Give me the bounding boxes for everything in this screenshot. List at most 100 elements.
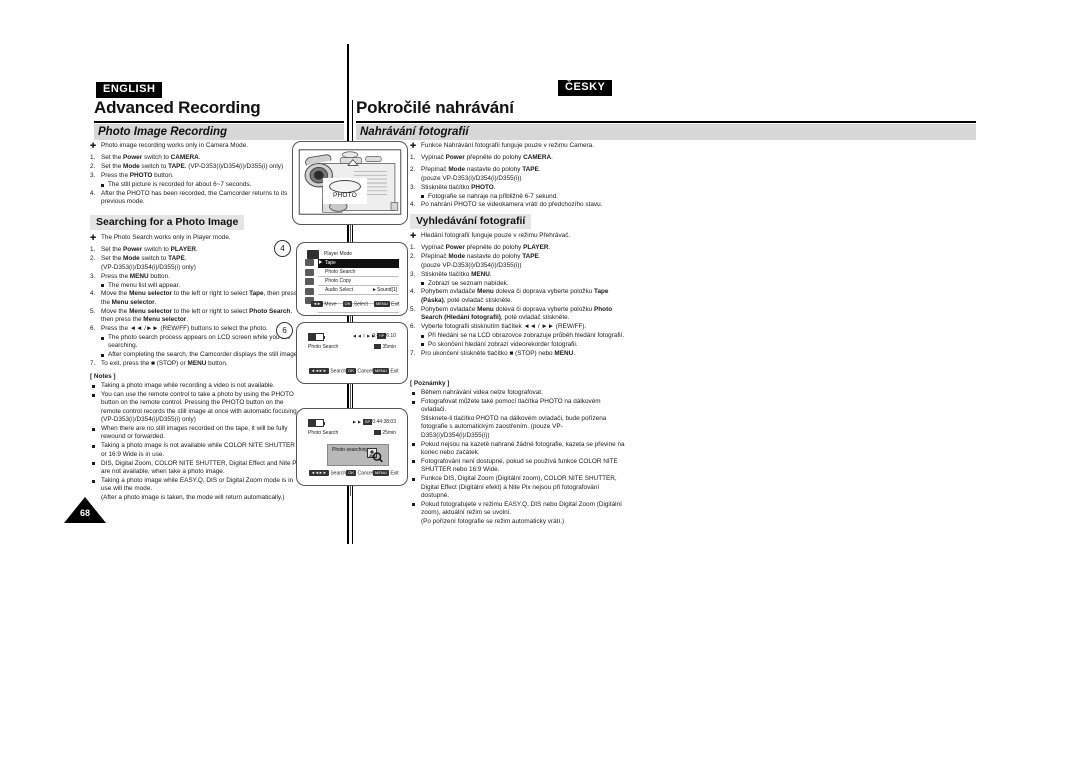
key-glyph: OK [346, 367, 356, 374]
list-item-number: 1. [90, 154, 96, 162]
key-glyph: OK [346, 469, 356, 476]
softkey-hint[interactable]: OK Select [342, 300, 368, 307]
lcd-status-bar: ►► SP 0:44:38:03 [308, 418, 396, 427]
list-item-number: 4. [410, 288, 416, 296]
list-item-number: 2. [90, 255, 96, 263]
lcd-screen-searching: ►► SP 0:44:38:03 Photo Search 25min Phot… [303, 414, 401, 480]
list-item-number: 1. [90, 246, 96, 254]
softkey-hint[interactable]: MENU Exit [373, 367, 399, 374]
club-bullet-icon: ✚ [410, 230, 417, 240]
square-bullet-icon [412, 443, 415, 447]
note-item: Funkce DIS, Digital Zoom (Digitální zoom… [410, 475, 625, 500]
square-bullet-icon [92, 427, 95, 431]
viewer-icon[interactable] [305, 278, 314, 285]
note-item: DIS, Digital Zoom, COLOR NITE SHUTTER, D… [90, 460, 302, 477]
square-bullet-icon [101, 353, 104, 357]
square-bullet-icon [412, 477, 415, 481]
list-item-sub: Při hledání se na LCD obrazovce zobrazuj… [410, 332, 625, 340]
softkey-hint[interactable]: OK Cancel [346, 367, 373, 374]
square-bullet-icon [421, 334, 424, 338]
english-search-block: ✚ The Photo Search works only in Player … [90, 233, 302, 503]
list-item-number: 6. [410, 323, 416, 331]
timecode: 0:44:38:03 [372, 418, 396, 425]
list-item: 5. Move the Menu selector to the left or … [90, 307, 293, 324]
lcd-menu-figure: Player Mode Tape Photo Search Photo Copy Au… [296, 242, 408, 316]
menu-footer-hints: ◄► Move OK Select MENU Exit [311, 300, 399, 308]
list-item-number: 5. [90, 307, 96, 315]
tape-icon[interactable] [305, 259, 314, 266]
menu-row[interactable]: Photo Search [318, 268, 399, 277]
section-title-czech: Nahrávání fotografií [356, 124, 976, 140]
square-bullet-icon [412, 503, 415, 507]
note-item: Fotografovat můžete také pomocí tlačítka… [410, 398, 625, 440]
list-item-sub: Po skončení hledání zobrazí videorekordé… [410, 341, 625, 349]
note-item: Během nahrávání videa nelze fotografovat… [410, 389, 625, 397]
list-item: 6. Press the ◄◄ /►► (REW/FF) buttons to s… [90, 325, 268, 333]
menu-row[interactable]: Photo Copy [318, 277, 399, 286]
club-bullet-icon: ✚ [410, 140, 417, 150]
czech-intro-bullet: ✚ Funkce Nahrávání fotografií funguje po… [410, 140, 594, 150]
list-item: 2. Přepínač Mode nastavte do polohy TAPE. [410, 166, 541, 174]
key-glyph: ◄◄►► [309, 367, 329, 374]
note-item: Taking a photo image while EASY.Q, DIS o… [90, 477, 302, 502]
list-item-sub: After completing the search, the Camcord… [90, 351, 302, 359]
lcd-mode-label: Photo Search [308, 344, 339, 350]
list-item: 4. Po nahrání PHOTO se videokamera vrátí … [410, 201, 603, 209]
square-bullet-icon [101, 183, 104, 187]
square-bullet-icon [412, 400, 415, 404]
list-item: 4. Move the Menu selector to the left or … [90, 290, 297, 306]
list-item-sub: The photo search process appears on LCD … [90, 334, 302, 351]
czech-notes-heading: [ Poznámky ] [410, 379, 450, 387]
softkey-hint[interactable]: MENU Exit [373, 300, 399, 307]
list-item-continuation: (pouze VP-D353(i)/D354(i)/D355(i)) [421, 175, 522, 183]
step-marker-6: 6 [276, 322, 293, 339]
tape-remaining: 35min [373, 344, 396, 350]
softkey-hint[interactable]: ◄◄►► Search [309, 367, 346, 374]
softkey-hint[interactable]: MENU Exit [373, 469, 399, 476]
menu-row[interactable]: Audio Select ►Sound[1] [318, 286, 399, 295]
list-item-number: 5. [410, 305, 416, 313]
softkey-hint[interactable]: OK Cancel [346, 469, 373, 476]
menu-title-row: Player Mode [307, 250, 397, 259]
list-item-sub: The still picture is recorded for about … [90, 181, 302, 189]
note-item: Taking a photo image is not available wh… [90, 442, 302, 459]
list-item: 1. Vypínač Power přepněte do polohy PLAYE… [410, 244, 551, 252]
czech-search-steps: 1. Vypínač Power přepněte do polohy PLAYE… [410, 244, 625, 358]
english-notes-heading: [ Notes ] [90, 372, 116, 380]
english-search-steps: 1. Set the Power switch to PLAYER. 2. Set t… [90, 246, 302, 368]
list-item-number: 7. [410, 349, 416, 357]
softkey-hint[interactable]: ◄► Move [311, 300, 337, 307]
list-item-number: 3. [90, 172, 96, 180]
key-glyph: MENU [373, 367, 389, 374]
list-item-number: 2. [90, 163, 96, 171]
list-item-number: 7. [90, 360, 96, 368]
memory-icon[interactable] [305, 268, 314, 276]
list-item-continuation: (pouze VP-D353(i)/D354(i)/D355(i)) [421, 262, 522, 270]
czech-search-bullet: ✚ Hledání fotografií funguje pouze v rež… [410, 230, 571, 240]
chapter-title-english: Advanced Recording [94, 98, 261, 117]
menu-row[interactable]: Tape [318, 259, 399, 268]
square-bullet-icon [92, 479, 95, 483]
czech-steps: 1. Vypínač Power přepněte do polohy CAMER… [410, 154, 625, 209]
list-item: 5. Pohybem ovladače Menu doleva či doprav… [410, 305, 613, 322]
czech-intro-block: ✚ Funkce Nahrávání fotografií funguje po… [410, 140, 625, 210]
list-item-continuation: (VP-D353(i)/D354(i)/D355(i) only) [101, 264, 196, 272]
battery-icon [308, 333, 325, 341]
note-item: Taking a photo image while recording a v… [90, 382, 302, 390]
lcd-softkeys[interactable]: ◄◄►► Search OK Cancel MENU Exit [309, 469, 399, 477]
lcd-softkeys[interactable]: ◄◄►► Search OK Cancel MENU Exit [309, 367, 399, 375]
list-item-sub: Fotografie se nahraje na přibližně 6-7 s… [410, 193, 625, 201]
english-notes: Taking a photo image while recording a v… [90, 382, 302, 502]
timecode: 0:41:56:10 [372, 332, 396, 339]
display-icon[interactable] [305, 287, 314, 295]
list-item: 7. To exit, press the ■ (STOP) or MENU bu… [90, 360, 228, 368]
list-item: 2. Přepínač Mode nastavte do polohy TAPE. [410, 253, 541, 261]
czech-search-block: ✚ Hledání fotografií funguje pouze v rež… [410, 230, 625, 527]
key-glyph: ◄◄►► [309, 469, 329, 476]
softkey-hint[interactable]: ◄◄►► Search [309, 469, 346, 476]
english-steps: 1. Set the Power switch to CAMERA. 2. Set t… [90, 154, 302, 206]
figure-connector [350, 225, 351, 242]
transport-indicator: ►► SP [352, 419, 372, 425]
list-item-number: 3. [410, 183, 416, 191]
note-item: You can use the remote control to take a… [90, 391, 302, 425]
